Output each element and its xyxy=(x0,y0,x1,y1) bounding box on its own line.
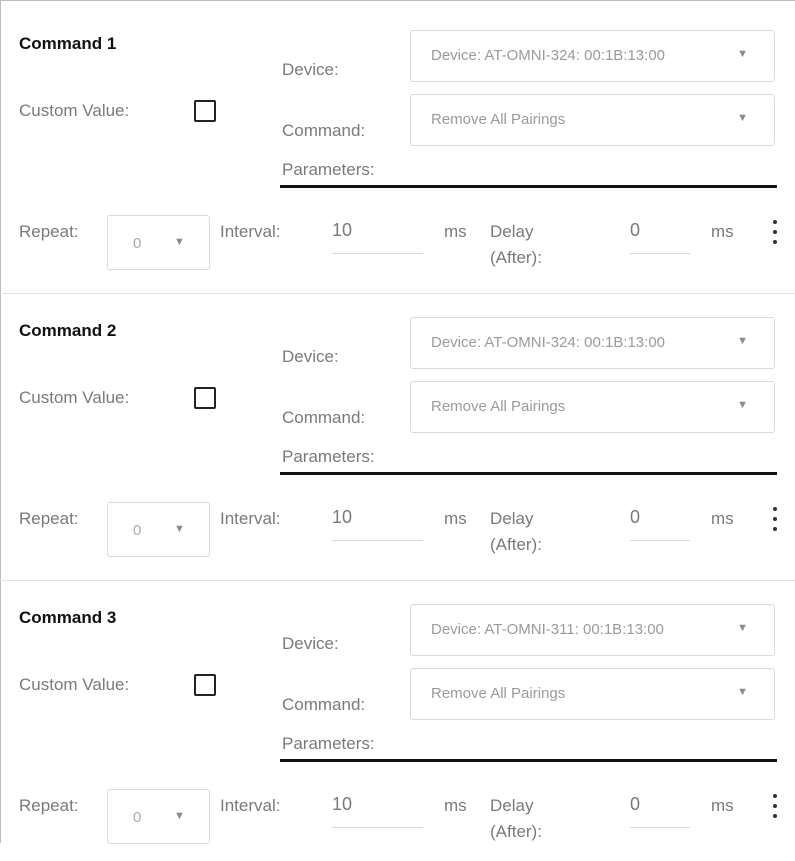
command-block: Command 1 Custom Value: Device: Device: … xyxy=(0,0,795,294)
delay-label: Delay xyxy=(490,509,534,528)
caret-down-icon: ▼ xyxy=(174,236,185,248)
caret-down-icon: ▼ xyxy=(174,810,185,822)
device-label: Device: xyxy=(282,634,339,653)
caret-down-icon: ▼ xyxy=(737,48,748,60)
caret-down-icon: ▼ xyxy=(737,335,748,347)
more-vertical-icon[interactable] xyxy=(768,794,782,820)
kebab-dot xyxy=(773,230,777,234)
more-vertical-icon[interactable] xyxy=(768,507,782,533)
delay-input[interactable]: 0 xyxy=(630,220,690,254)
device-select-value: Device: AT-OMNI-311: 00:1B:13:00 xyxy=(431,621,664,638)
command-title: Command 3 xyxy=(19,608,117,627)
caret-down-icon: ▼ xyxy=(737,622,748,634)
command-select-value: Remove All Pairings xyxy=(431,398,566,415)
interval-label: Interval: xyxy=(220,796,281,815)
parameters-label: Parameters: xyxy=(282,447,375,466)
delay-unit: ms xyxy=(711,509,734,528)
repeat-select[interactable]: 0 ▼ xyxy=(107,502,210,557)
caret-down-icon: ▼ xyxy=(737,112,748,124)
command-title: Command 1 xyxy=(19,34,117,53)
repeat-select-value: 0 xyxy=(133,522,142,539)
command-label: Command: xyxy=(282,121,366,140)
more-vertical-icon[interactable] xyxy=(768,220,782,246)
custom-value-checkbox[interactable] xyxy=(194,387,216,409)
kebab-dot xyxy=(773,527,777,531)
command-select-value: Remove All Pairings xyxy=(431,685,566,702)
delay-input[interactable]: 0 xyxy=(630,794,690,828)
command-select-value: Remove All Pairings xyxy=(431,111,566,128)
delay-label: Delay xyxy=(490,222,534,241)
interval-unit: ms xyxy=(444,509,467,528)
kebab-dot xyxy=(773,220,777,224)
kebab-dot xyxy=(773,814,777,818)
device-label: Device: xyxy=(282,60,339,79)
parameters-underline xyxy=(280,759,777,762)
interval-input[interactable]: 10 xyxy=(332,220,423,254)
interval-input[interactable]: 10 xyxy=(332,794,423,828)
kebab-dot xyxy=(773,240,777,244)
delay-after-label: (After): xyxy=(490,822,542,841)
device-select-value: Device: AT-OMNI-324: 00:1B:13:00 xyxy=(431,334,666,351)
parameters-label: Parameters: xyxy=(282,734,375,753)
device-select[interactable]: Device: AT-OMNI-311: 00:1B:13:00 ▼ xyxy=(410,604,775,656)
custom-value-label: Custom Value: xyxy=(19,388,130,407)
kebab-dot xyxy=(773,517,777,521)
command-block: Command 2 Custom Value: Device: Device: … xyxy=(0,287,795,581)
delay-unit: ms xyxy=(711,222,734,241)
repeat-label: Repeat: xyxy=(19,222,79,241)
repeat-select[interactable]: 0 ▼ xyxy=(107,215,210,270)
delay-input[interactable]: 0 xyxy=(630,507,690,541)
command-select[interactable]: Remove All Pairings ▼ xyxy=(410,668,775,720)
command-label: Command: xyxy=(282,695,366,714)
custom-value-checkbox[interactable] xyxy=(194,100,216,122)
delay-unit: ms xyxy=(711,796,734,815)
parameters-underline xyxy=(280,185,777,188)
kebab-dot xyxy=(773,507,777,511)
parameters-label: Parameters: xyxy=(282,160,375,179)
delay-label: Delay xyxy=(490,796,534,815)
device-select-value: Device: AT-OMNI-324: 00:1B:13:00 xyxy=(431,47,666,64)
command-label: Command: xyxy=(282,408,366,427)
delay-after-label: (After): xyxy=(490,535,542,554)
device-label: Device: xyxy=(282,347,339,366)
command-block: Command 3 Custom Value: Device: Device: … xyxy=(0,574,795,861)
caret-down-icon: ▼ xyxy=(174,523,185,535)
interval-input[interactable]: 10 xyxy=(332,507,423,541)
custom-value-label: Custom Value: xyxy=(19,675,130,694)
repeat-select[interactable]: 0 ▼ xyxy=(107,789,210,844)
repeat-label: Repeat: xyxy=(19,509,79,528)
caret-down-icon: ▼ xyxy=(737,686,748,698)
device-select[interactable]: Device: AT-OMNI-324: 00:1B:13:00 ▼ xyxy=(410,30,775,82)
command-select[interactable]: Remove All Pairings ▼ xyxy=(410,94,775,146)
repeat-label: Repeat: xyxy=(19,796,79,815)
interval-unit: ms xyxy=(444,796,467,815)
interval-unit: ms xyxy=(444,222,467,241)
parameters-underline xyxy=(280,472,777,475)
command-select[interactable]: Remove All Pairings ▼ xyxy=(410,381,775,433)
repeat-select-value: 0 xyxy=(133,809,142,826)
custom-value-label: Custom Value: xyxy=(19,101,130,120)
kebab-dot xyxy=(773,804,777,808)
repeat-select-value: 0 xyxy=(133,235,142,252)
delay-after-label: (After): xyxy=(490,248,542,267)
device-select[interactable]: Device: AT-OMNI-324: 00:1B:13:00 ▼ xyxy=(410,317,775,369)
kebab-dot xyxy=(773,794,777,798)
command-title: Command 2 xyxy=(19,321,117,340)
caret-down-icon: ▼ xyxy=(737,399,748,411)
custom-value-checkbox[interactable] xyxy=(194,674,216,696)
interval-label: Interval: xyxy=(220,222,281,241)
interval-label: Interval: xyxy=(220,509,281,528)
